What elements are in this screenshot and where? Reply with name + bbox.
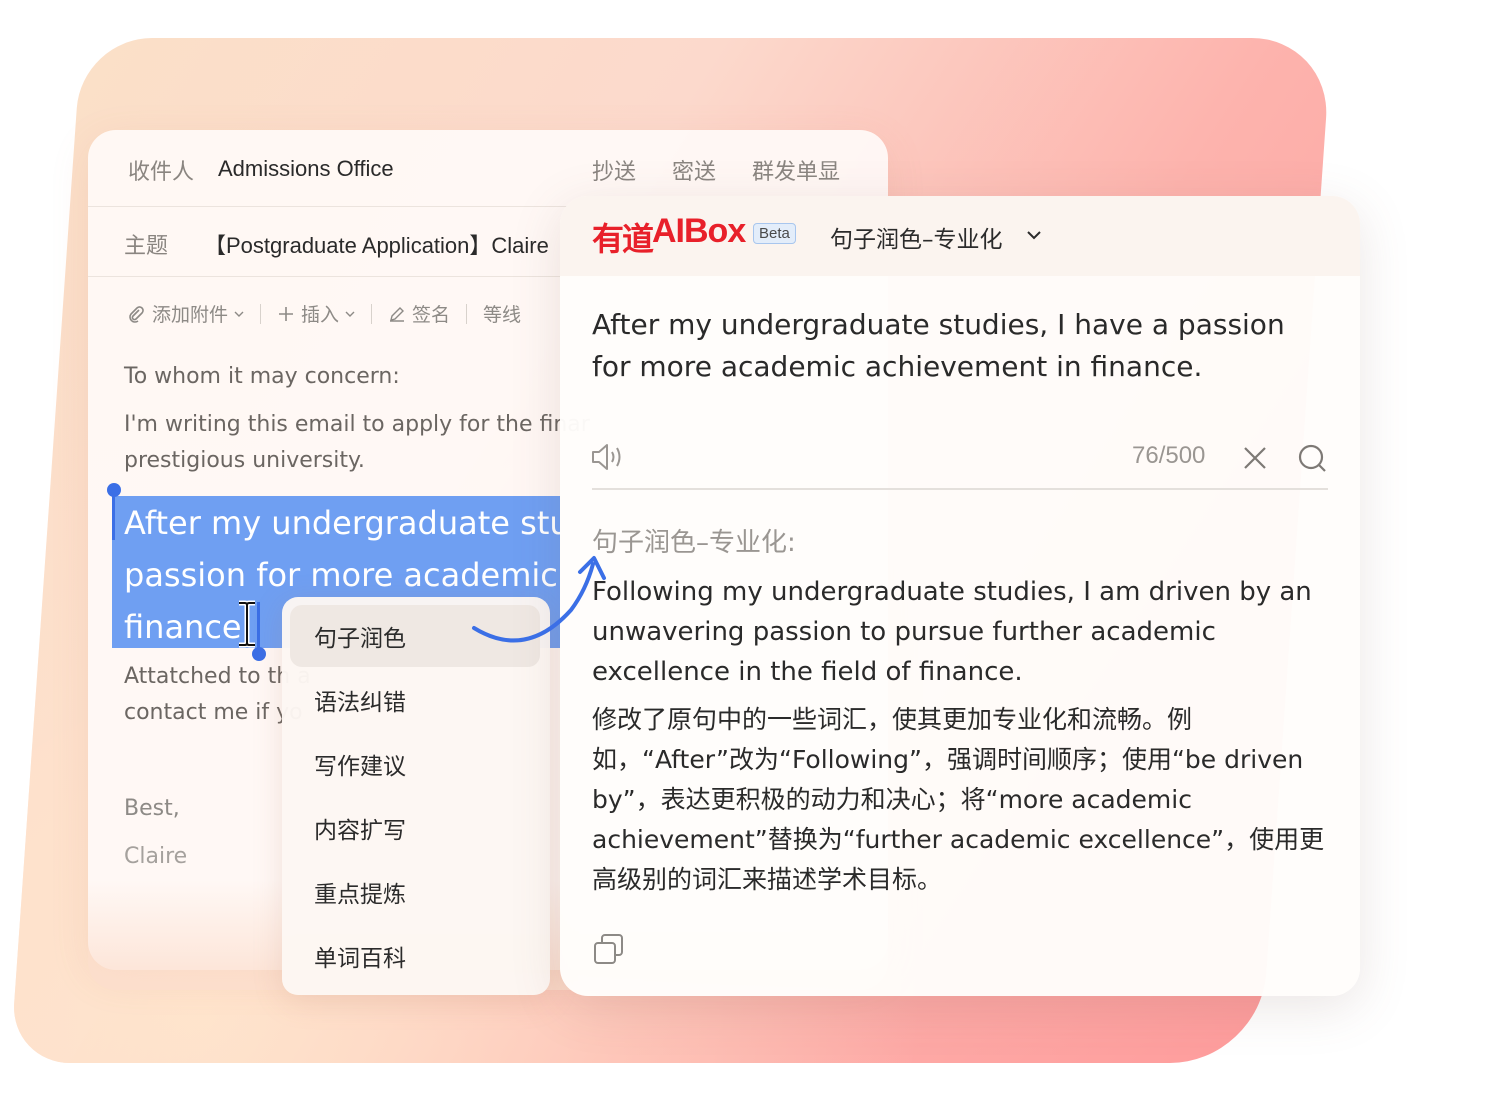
selection-start-handle[interactable] bbox=[107, 483, 121, 497]
mode-select[interactable]: 句子润色–专业化 bbox=[830, 220, 1003, 254]
body-line: contact me if yo bbox=[124, 700, 303, 725]
insert-button[interactable]: 插入 bbox=[277, 300, 355, 327]
paperclip-icon bbox=[129, 305, 144, 323]
selection-end-handle[interactable] bbox=[252, 647, 266, 661]
subject-label: 主题 bbox=[124, 233, 169, 258]
arrow-icon bbox=[472, 556, 606, 643]
chevron-down-icon bbox=[345, 311, 355, 317]
bcc-button[interactable]: 密送 bbox=[672, 154, 716, 186]
attach-label: 添加附件 bbox=[152, 304, 229, 326]
selection-start-caret bbox=[112, 490, 115, 540]
close-icon[interactable] bbox=[1242, 445, 1268, 471]
source-text-input[interactable]: After my undergraduate studies, I have a… bbox=[592, 304, 1312, 388]
group-send-button[interactable]: 群发单显 bbox=[752, 154, 840, 186]
recipient-label: 收件人 bbox=[128, 159, 195, 184]
char-counter: 76/500 bbox=[1132, 442, 1206, 469]
insert-label: 插入 bbox=[301, 304, 340, 326]
selected-text-line: After my undergraduate stud bbox=[124, 504, 590, 542]
copy-icon[interactable] bbox=[592, 932, 626, 966]
result-label: 句子润色–专业化: bbox=[592, 528, 796, 558]
menu-item-expand[interactable]: 内容扩写 bbox=[290, 797, 540, 859]
signature-label: 签名 bbox=[412, 304, 451, 326]
font-select[interactable]: 等线 bbox=[483, 300, 521, 327]
closing-text: Best, bbox=[124, 796, 180, 821]
cc-button[interactable]: 抄送 bbox=[592, 154, 636, 186]
result-explanation: 修改了原句中的一些词汇，使其更加专业化和流畅。例如，“After”改为“Foll… bbox=[592, 705, 1325, 894]
aibox-header: 有道 AIBox Beta 句子润色–专业化 bbox=[560, 196, 1360, 276]
plus-icon bbox=[279, 306, 294, 321]
aibox-panel: 有道 AIBox Beta 句子润色–专业化 After my undergra… bbox=[560, 196, 1360, 996]
body-line: prestigious university. bbox=[124, 448, 365, 473]
speaker-icon[interactable] bbox=[590, 442, 626, 472]
logo-youdao: 有道 bbox=[592, 220, 654, 258]
beta-badge: Beta bbox=[753, 223, 796, 244]
menu-item-writing-advice[interactable]: 写作建议 bbox=[290, 733, 540, 795]
menu-item-grammar[interactable]: 语法纠错 bbox=[290, 669, 540, 731]
body-line: I'm writing this email to apply for the … bbox=[124, 412, 590, 437]
text-cursor-icon bbox=[239, 600, 255, 648]
signature-button[interactable]: 签名 bbox=[388, 300, 450, 327]
recipient-field[interactable]: Admissions Office bbox=[218, 156, 394, 182]
pen-icon bbox=[390, 306, 405, 322]
menu-item-word-wiki[interactable]: 单词百科 bbox=[290, 925, 540, 987]
search-icon[interactable] bbox=[1298, 444, 1328, 474]
ai-context-menu: 句子润色 语法纠错 写作建议 内容扩写 重点提炼 单词百科 bbox=[282, 597, 550, 995]
compose-toolbar: 添加附件 插入 签名 等线 bbox=[126, 300, 521, 327]
selected-text-line: finance. bbox=[124, 608, 252, 646]
logo-aibox: AIBox bbox=[652, 212, 746, 250]
subject-field[interactable]: 【Postgraduate Application】Claire bbox=[204, 228, 549, 260]
greeting-text: To whom it may concern: bbox=[124, 364, 400, 389]
panel-divider bbox=[592, 488, 1328, 490]
chevron-down-icon bbox=[234, 311, 244, 317]
chevron-down-icon[interactable] bbox=[1025, 226, 1043, 244]
font-label: 等线 bbox=[483, 304, 522, 326]
menu-item-summarize[interactable]: 重点提炼 bbox=[290, 861, 540, 923]
signature-text: Claire bbox=[124, 844, 188, 869]
result-english: Following my undergraduate studies, I am… bbox=[592, 577, 1312, 687]
attach-button[interactable]: 添加附件 bbox=[126, 300, 244, 327]
